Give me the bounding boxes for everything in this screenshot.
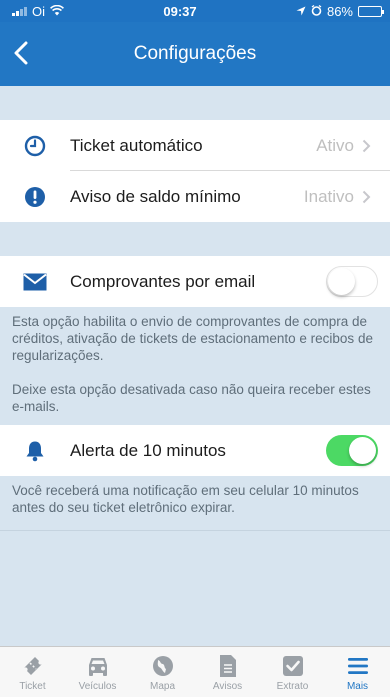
tab-ticket[interactable]: Ticket (1, 647, 65, 697)
clock-icon (0, 120, 70, 171)
tab-label: Ticket (19, 681, 46, 692)
email-note-text-2: Deixe esta opção desativada caso não que… (12, 382, 371, 414)
status-time: 09:37 (163, 3, 197, 19)
tab-label: Extrato (276, 681, 309, 692)
alarm-icon (311, 4, 322, 19)
tab-label: Veículos (78, 681, 117, 692)
tab-label: Mais (346, 681, 369, 692)
battery-percent: 86% (326, 3, 353, 19)
ticket-settings-group: Ticket automático Ativo Aviso de saldo m… (0, 120, 390, 222)
email-note-text-1: Esta opção habilita o envio de comprovan… (12, 314, 373, 363)
tab-avisos[interactable]: Avisos (196, 647, 260, 697)
page-title: Configurações (133, 43, 257, 64)
alerta-row: Alerta de 10 minutos (0, 425, 390, 476)
tab-veiculos[interactable]: Veículos (66, 647, 130, 697)
chevron-right-icon (362, 190, 384, 204)
comprovantes-email-toggle[interactable] (326, 266, 378, 297)
email-note: Esta opção habilita o envio de comprovan… (0, 307, 390, 425)
car-icon (85, 653, 111, 679)
tab-label: Mapa (149, 681, 175, 692)
screen: Oi 09:37 86% Configurações Ticket automá… (0, 0, 390, 697)
wifi-icon (50, 4, 64, 19)
saldo-minimo-row[interactable]: Aviso de saldo mínimo Inativo (0, 171, 390, 222)
nav-bar: Configurações (0, 22, 390, 86)
comprovantes-email-label: Comprovantes por email (70, 271, 256, 291)
ticket-automatico-value: Ativo (316, 135, 354, 155)
alerta-note: Você receberá uma notificação em seu cel… (0, 476, 390, 531)
globe-icon (152, 653, 174, 679)
exclamation-icon (0, 171, 70, 222)
ticket-automatico-label: Ticket automático (70, 135, 203, 155)
status-left: Oi (12, 4, 64, 19)
settings-content: Ticket automático Ativo Aviso de saldo m… (0, 86, 390, 531)
section-spacer (0, 86, 390, 120)
location-icon (296, 4, 306, 19)
alerta-settings-group: Alerta de 10 minutos (0, 425, 390, 476)
back-button[interactable] (6, 36, 36, 70)
checkbox-icon (282, 653, 304, 679)
tab-extrato[interactable]: Extrato (261, 647, 325, 697)
saldo-minimo-label: Aviso de saldo mínimo (70, 186, 241, 206)
tab-mapa[interactable]: Mapa (131, 647, 195, 697)
tab-mais[interactable]: Mais (326, 647, 390, 697)
alerta-note-text: Você receberá uma notificação em seu cel… (12, 483, 359, 515)
tab-label: Avisos (212, 681, 243, 692)
envelope-icon (0, 256, 70, 307)
saldo-minimo-value: Inativo (303, 186, 354, 206)
signal-icon (12, 6, 27, 16)
status-right: 86% (296, 3, 384, 19)
alerta-toggle[interactable] (326, 435, 378, 466)
alerta-label: Alerta de 10 minutos (70, 440, 226, 460)
document-icon (218, 653, 238, 679)
ticket-icon (21, 653, 45, 679)
section-spacer (0, 222, 390, 256)
tab-bar: Ticket Veículos Mapa Avisos Extrato Mais (0, 646, 390, 697)
ticket-automatico-row[interactable]: Ticket automático Ativo (0, 120, 390, 171)
chevron-left-icon (14, 41, 28, 65)
email-settings-group: Comprovantes por email (0, 256, 390, 307)
chevron-right-icon (362, 139, 384, 153)
bell-icon (0, 425, 70, 476)
menu-icon (347, 653, 369, 679)
status-bar: Oi 09:37 86% (0, 0, 390, 22)
battery-icon (358, 5, 384, 17)
carrier-label: Oi (32, 3, 45, 19)
comprovantes-email-row: Comprovantes por email (0, 256, 390, 307)
